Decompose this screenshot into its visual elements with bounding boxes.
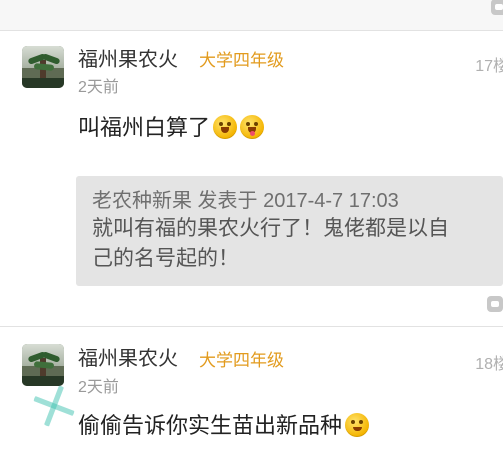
username[interactable]: 福州果农火 [78, 43, 178, 72]
user-level-badge: 大学四年级 [199, 351, 284, 370]
avatar-leaf [33, 63, 55, 71]
post-18: 福州果农火 大学四年级 2天前 18楼 偷偷告诉你实生苗出新品种 [0, 326, 503, 451]
floor-number: 18楼 [475, 356, 503, 373]
post-time: 2天前 [78, 379, 119, 396]
quote-text-line-2: 己的名号起的！ [92, 247, 239, 270]
sly-emoji-icon [345, 413, 370, 437]
avatar-ground [22, 78, 64, 88]
quote-text-line-1: 就叫有福的果农火行了！鬼佬都是以自 [92, 217, 449, 240]
top-strip [0, 0, 503, 30]
post-time: 2天前 [78, 79, 119, 96]
post-17: 福州果农火 大学四年级 2天前 17楼 叫福州白算了 老农种新果 发表于 201… [0, 30, 503, 326]
tongue-emoji-icon [240, 115, 265, 139]
thread-page: 福州果农火 大学四年级 2天前 17楼 叫福州白算了 老农种新果 发表于 201… [0, 0, 503, 451]
avatar-leaf [33, 361, 55, 369]
avatar-ground [22, 376, 64, 386]
laugh-emoji-icon [213, 115, 238, 139]
quoted-reply-box: 老农种新果 发表于 2017-4-7 17:03 就叫有福的果农火行了！鬼佬都是… [76, 176, 503, 286]
avatar[interactable] [22, 46, 64, 88]
reply-icon[interactable] [487, 296, 503, 312]
avatar[interactable] [22, 344, 64, 386]
post-content: 偷偷告诉你实生苗出新品种 [78, 408, 370, 440]
quote-header: 老农种新果 发表于 2017-4-7 17:03 [92, 190, 399, 212]
post-content-text: 叫福州白算了 [78, 115, 211, 140]
username[interactable]: 福州果农火 [78, 342, 178, 371]
post-content: 叫福州白算了 [78, 110, 265, 142]
post-content-text: 偷偷告诉你实生苗出新品种 [78, 413, 343, 438]
floor-number: 17楼 [475, 58, 503, 75]
user-level-badge: 大学四年级 [199, 51, 284, 70]
reply-icon[interactable] [491, 0, 503, 15]
